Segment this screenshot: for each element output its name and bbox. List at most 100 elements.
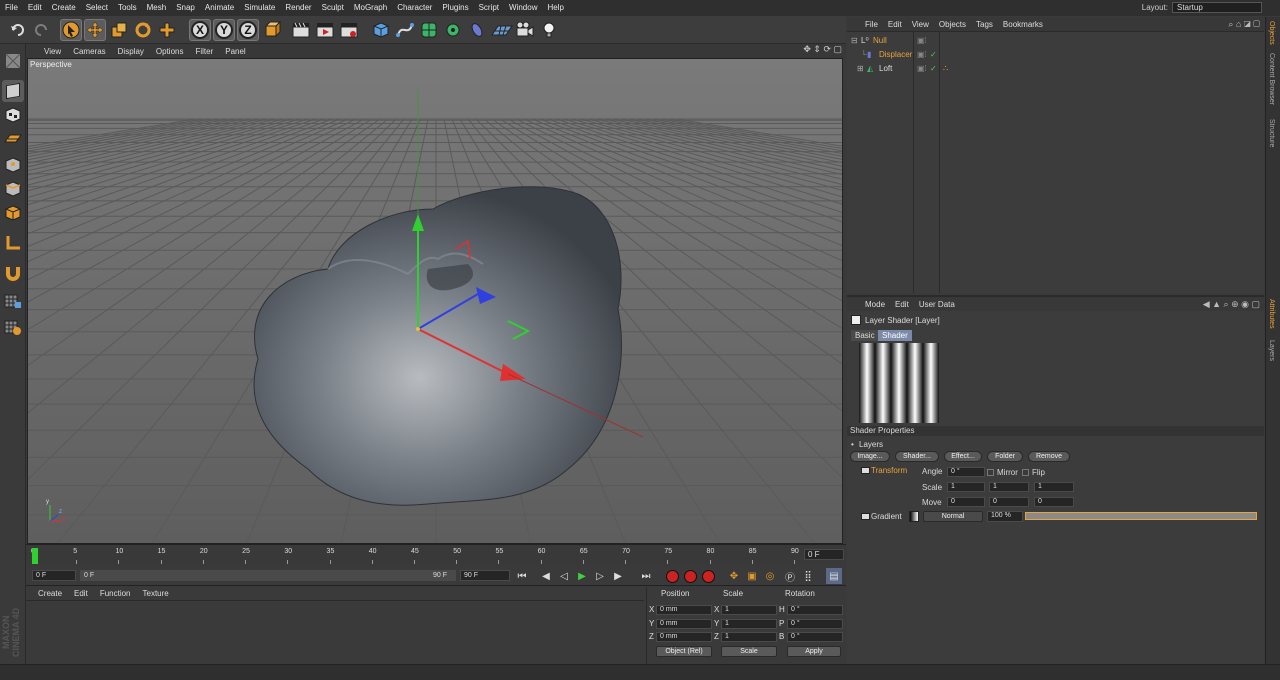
coordinate-mode-dropdown[interactable]: Object (Rel) <box>656 646 712 657</box>
last-tool-button[interactable] <box>156 19 178 41</box>
menu-plugins[interactable]: Plugins <box>437 0 473 16</box>
gradient-layer-name[interactable]: Gradient <box>871 512 902 521</box>
mirror-checkbox[interactable] <box>987 469 994 476</box>
render-to-picture-viewer-button[interactable] <box>314 19 336 41</box>
menu-simulate[interactable]: Simulate <box>239 0 280 16</box>
pos-z-field[interactable]: 0 mm <box>656 632 712 642</box>
tree-collapse-icon[interactable]: ⊟ <box>851 34 858 47</box>
menu-help[interactable]: Help <box>542 0 568 16</box>
add-effect-button[interactable]: Effect... <box>944 451 982 462</box>
menu-create[interactable]: Create <box>47 0 81 16</box>
blend-mode-dropdown[interactable]: Normal <box>923 511 983 522</box>
menu-window[interactable]: Window <box>504 0 542 16</box>
angle-field[interactable]: 0 ° <box>947 467 985 477</box>
om-menu-edit[interactable]: Edit <box>883 20 907 29</box>
menu-script[interactable]: Script <box>474 0 504 16</box>
material-menu-create[interactable]: Create <box>26 589 68 598</box>
live-selection-button[interactable] <box>60 19 82 41</box>
layer-visibility-icon[interactable] <box>861 513 870 520</box>
apply-button[interactable]: Apply <box>787 646 841 657</box>
menu-select[interactable]: Select <box>81 0 113 16</box>
points-mode-button[interactable] <box>2 154 24 176</box>
frame-range-slider[interactable]: 0 F 90 F <box>80 570 456 581</box>
coordinate-system-button[interactable] <box>261 19 283 41</box>
move-y-input[interactable]: 0 <box>989 497 1029 507</box>
om-menu-file[interactable]: File <box>847 20 883 29</box>
menu-tools[interactable]: Tools <box>113 0 142 16</box>
previous-frame-button[interactable]: ◁ <box>556 568 572 584</box>
tab-basic[interactable]: Basic <box>851 330 879 341</box>
record-position-button[interactable]: ✥ <box>726 568 742 584</box>
am-menu-edit[interactable]: Edit <box>890 300 914 309</box>
autokey-button[interactable] <box>682 568 698 584</box>
render-settings-button[interactable] <box>338 19 360 41</box>
floor-button[interactable] <box>490 19 514 41</box>
om-menu-tags[interactable]: Tags <box>971 20 998 29</box>
material-tag-icon[interactable]: ∴ <box>943 62 948 75</box>
menu-edit[interactable]: Edit <box>23 0 47 16</box>
add-image-button[interactable]: Image... <box>850 451 890 462</box>
scale-y-input[interactable]: 1 <box>989 482 1029 492</box>
am-menu-mode[interactable]: Mode <box>847 300 890 309</box>
material-menu-edit[interactable]: Edit <box>68 589 94 598</box>
perspective-viewport[interactable]: Perspective y x z <box>27 58 843 544</box>
snapping-button[interactable] <box>2 262 24 284</box>
layout-dropdown[interactable]: Startup <box>1172 2 1262 13</box>
remove-layer-button[interactable]: Remove <box>1028 451 1070 462</box>
deformer-button[interactable] <box>466 19 488 41</box>
menu-snap[interactable]: Snap <box>171 0 200 16</box>
scale-tool-button[interactable] <box>108 19 130 41</box>
flip-checkbox[interactable] <box>1022 469 1029 476</box>
om-menu-objects[interactable]: Objects <box>934 20 971 29</box>
record-pla-button[interactable]: ⣿ <box>800 568 816 584</box>
object-row-null[interactable]: ⊟ L⁰ Null ▣⁞ <box>847 34 1264 47</box>
camera-button[interactable] <box>514 19 536 41</box>
polygons-mode-button[interactable] <box>2 202 24 224</box>
pos-x-field[interactable]: 0 mm <box>656 605 712 615</box>
transform-layer-name[interactable]: Transform <box>871 466 907 475</box>
locked-workplane-button[interactable] <box>2 290 24 312</box>
viewport-menu-view[interactable]: View <box>26 47 67 56</box>
record-button[interactable] <box>664 568 680 584</box>
side-tab-structure[interactable]: Structure <box>1268 119 1275 147</box>
scale-x-input[interactable]: 1 <box>947 482 985 492</box>
scale-z-field[interactable]: 1 <box>721 632 777 642</box>
tree-expand-icon[interactable]: ⊞ <box>857 62 864 75</box>
current-frame-field[interactable]: 0 F <box>804 549 844 560</box>
make-editable-button[interactable] <box>2 50 24 72</box>
side-tab-layers[interactable]: Layers <box>1268 340 1275 361</box>
previous-key-button[interactable]: ◀ <box>538 568 554 584</box>
scale-x-field[interactable]: 1 <box>721 605 777 615</box>
enabled-check-icon[interactable]: ✓ <box>930 48 937 61</box>
menu-character[interactable]: Character <box>392 0 437 16</box>
subdivision-surface-button[interactable] <box>418 19 440 41</box>
menu-mograph[interactable]: MoGraph <box>349 0 392 16</box>
material-menu-texture[interactable]: Texture <box>137 589 175 598</box>
side-tab-attributes[interactable]: Attributes <box>1268 299 1275 329</box>
z-axis-lock-button[interactable]: Z <box>237 19 259 41</box>
viewport-menu-cameras[interactable]: Cameras <box>67 47 111 56</box>
go-to-end-button[interactable]: ⏭ <box>638 568 654 584</box>
menu-render[interactable]: Render <box>280 0 316 16</box>
add-folder-button[interactable]: Folder <box>987 451 1023 462</box>
rot-h-field[interactable]: 0 ° <box>787 605 843 615</box>
scale-mode-dropdown[interactable]: Scale <box>721 646 777 657</box>
am-menu-user-data[interactable]: User Data <box>914 300 960 309</box>
side-tab-objects[interactable]: Objects <box>1268 21 1275 45</box>
next-frame-button[interactable]: ▷ <box>592 568 608 584</box>
visibility-dots-icon[interactable]: ▣⁞ <box>917 62 927 75</box>
object-row-loft[interactable]: ⊞ ◭ Loft ▣⁞ ✓ ∴ <box>847 62 1264 75</box>
rot-b-field[interactable]: 0 ° <box>787 632 843 642</box>
viewport-menu-panel[interactable]: Panel <box>219 47 251 56</box>
enabled-check-icon[interactable]: ✓ <box>930 62 937 75</box>
menu-animate[interactable]: Animate <box>200 0 239 16</box>
move-tool-button[interactable] <box>84 19 106 41</box>
playhead[interactable] <box>32 548 38 564</box>
viewport-menu-filter[interactable]: Filter <box>189 47 219 56</box>
redo-button[interactable] <box>30 19 52 41</box>
viewport-menu-display[interactable]: Display <box>112 47 150 56</box>
viewport-menu-options[interactable]: Options <box>150 47 190 56</box>
end-frame-field[interactable]: 90 F <box>460 570 510 581</box>
move-z-input[interactable]: 0 <box>1034 497 1074 507</box>
om-search-icons[interactable]: ⌕ ⌂ ◪ ▢ <box>1228 19 1260 30</box>
